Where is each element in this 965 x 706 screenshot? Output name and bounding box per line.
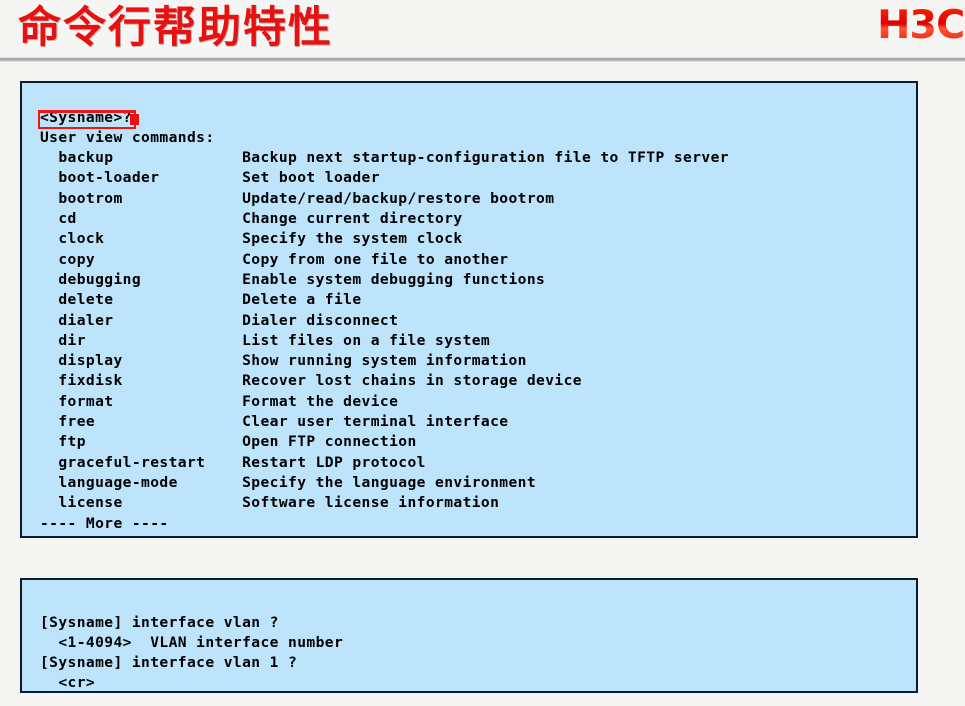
- annotation-box-user-view: [38, 110, 136, 129]
- terminal-output-text: [Sysname] interface vlan ? <1-4094> VLAN…: [40, 613, 344, 692]
- h3c-logo: H3C: [876, 3, 965, 48]
- header-divider: [0, 57, 965, 62]
- terminal-interface-vlan-help: [Sysname] interface vlan ? <1-4094> VLAN…: [20, 578, 918, 693]
- terminal-user-view-help: <Sysname>? User view commands: backup Ba…: [20, 81, 918, 538]
- terminal-output-text: <Sysname>? User view commands: backup Ba…: [40, 108, 729, 532]
- page-title: 命令行帮助特性: [18, 3, 333, 53]
- annotation-marker-square: [130, 114, 139, 125]
- slide-header: 命令行帮助特性 H3C: [0, 0, 965, 62]
